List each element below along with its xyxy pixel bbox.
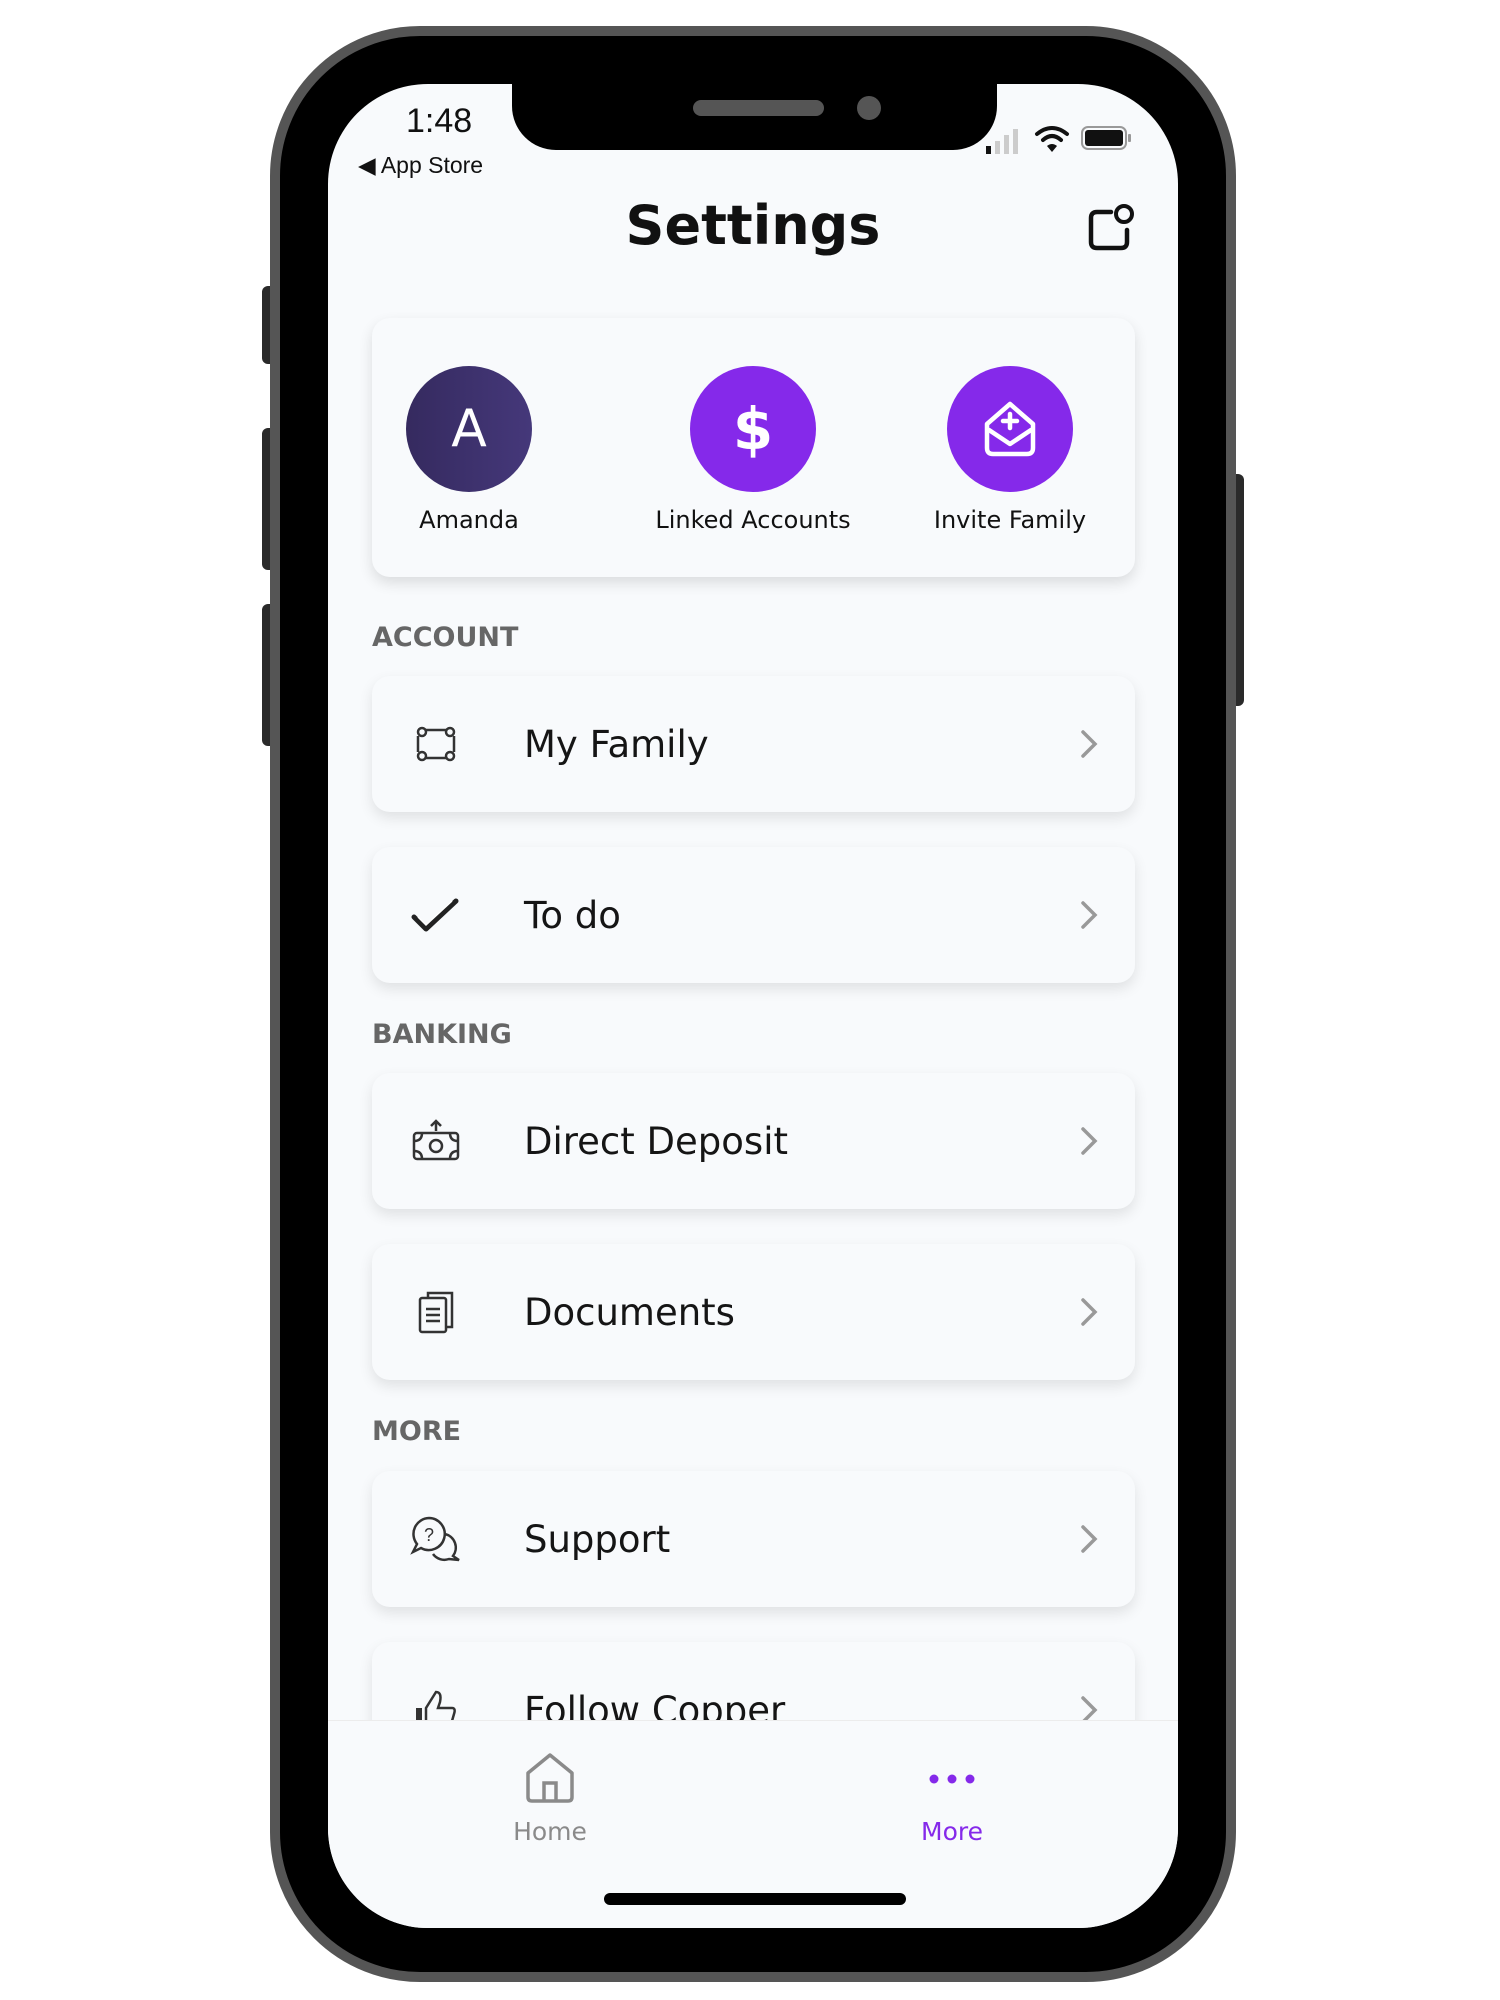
family-frame-icon [406, 714, 466, 774]
avatar-initial: A [451, 399, 487, 459]
tab-home[interactable]: Home [450, 1751, 650, 1846]
shortcut-label: Amanda [419, 506, 519, 534]
section-header-banking: BANKING [372, 1019, 512, 1050]
avatar: A [406, 366, 532, 492]
dollar-icon: $ [690, 366, 816, 492]
back-triangle-icon: ◀ [358, 152, 381, 178]
documents-icon [406, 1282, 466, 1342]
home-indicator[interactable] [604, 1893, 906, 1905]
svg-text:?: ? [424, 1525, 434, 1545]
share-square-icon[interactable] [1083, 202, 1137, 256]
tab-label: More [921, 1817, 983, 1846]
row-to-do[interactable]: To do [372, 847, 1135, 983]
chevron-right-icon [1081, 1127, 1098, 1155]
wifi-icon [1035, 126, 1069, 152]
tab-label: Home [513, 1817, 587, 1846]
app-screen: 1:48 ◀ App Store Settings A Amanda $ Lin… [328, 84, 1178, 1928]
section-header-more: MORE [372, 1416, 462, 1447]
chevron-right-icon [1081, 730, 1098, 758]
row-direct-deposit[interactable]: Direct Deposit [372, 1073, 1135, 1209]
row-my-family[interactable]: My Family [372, 676, 1135, 812]
shortcut-label: Invite Family [933, 506, 1087, 534]
shortcut-card: A Amanda $ Linked Accounts Invite Family [372, 318, 1135, 577]
chevron-right-icon [1081, 1298, 1098, 1326]
row-label: Documents [524, 1290, 735, 1334]
back-to-app-store[interactable]: ◀ App Store [358, 152, 483, 179]
more-dots-icon [929, 1774, 975, 1784]
page-title: Settings [625, 194, 881, 257]
tab-bar: Home More [328, 1720, 1178, 1928]
shortcut-label: Linked Accounts [655, 506, 851, 534]
chevron-right-icon [1081, 1525, 1098, 1553]
shortcut-profile[interactable]: A Amanda [349, 366, 589, 534]
row-label: To do [524, 893, 621, 937]
speaker [693, 100, 824, 116]
row-support[interactable]: ? Support [372, 1471, 1135, 1607]
status-time: 1:48 [406, 102, 473, 140]
section-header-account: ACCOUNT [372, 622, 519, 653]
home-icon [526, 1753, 574, 1803]
signal-icon [986, 129, 1018, 154]
support-chat-icon: ? [406, 1509, 466, 1569]
tab-more[interactable]: More [852, 1751, 1052, 1846]
notch [512, 84, 997, 150]
shortcut-linked-accounts[interactable]: $ Linked Accounts [633, 366, 873, 534]
invite-mail-icon [947, 366, 1073, 492]
checkmark-icon [406, 885, 466, 945]
row-label: Support [524, 1517, 671, 1561]
battery-icon [1081, 126, 1131, 150]
cash-deposit-icon [406, 1111, 466, 1171]
row-label: My Family [524, 722, 709, 766]
chevron-right-icon [1081, 901, 1098, 929]
shortcut-invite-family[interactable]: Invite Family [890, 366, 1130, 534]
row-label: Direct Deposit [524, 1119, 788, 1163]
camera [857, 96, 881, 120]
row-documents[interactable]: Documents [372, 1244, 1135, 1380]
